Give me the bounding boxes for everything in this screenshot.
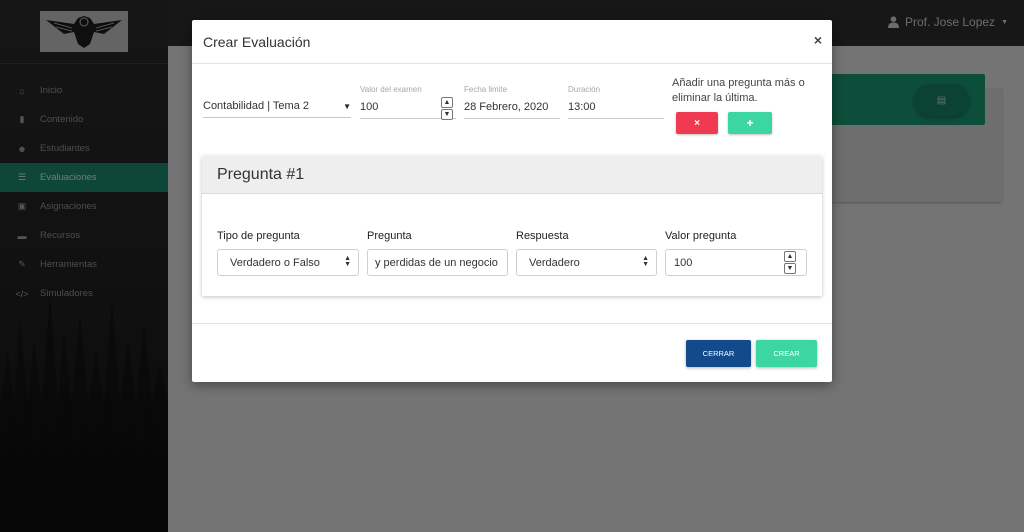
close-icon: × [694,117,700,129]
select-arrows-icon: ▲ ▼ [344,255,351,268]
question-points-value: 100 [674,256,693,269]
deadline-input[interactable]: 28 Febrero, 2020 [464,96,560,119]
stepper-down-icon[interactable]: ▼ [784,263,796,274]
answer-group: Respuesta Verdadero ▲ ▼ [516,230,657,276]
select-arrows-icon: ▲ ▼ [642,255,649,268]
create-evaluation-modal: Crear Evaluación × Contabilidad | Tema 2… [192,20,832,382]
close-button[interactable]: CERRAR [686,340,751,367]
plus-icon: + [746,116,754,130]
modal-header: Crear Evaluación [192,20,832,64]
question-type-group: Tipo de pregunta Verdadero o Falso ▲ ▼ [217,230,359,276]
create-button[interactable]: CREAR [756,340,817,367]
question-card: Pregunta #1 Tipo de pregunta Verdadero o… [202,156,822,296]
subject-select[interactable]: Contabilidad | Tema 2 ▼ [203,95,351,118]
stepper-up-icon[interactable]: ▲ [441,97,453,108]
question-text-label: Pregunta [367,230,412,242]
close-icon[interactable]: × [814,32,822,48]
question-text-group: Pregunta y perdidas de un negocio [367,230,508,276]
exam-value-field[interactable]: Valor del examen 100 ▲ ▼ [360,85,456,120]
question-type-label: Tipo de pregunta [217,230,300,242]
stepper-up-icon[interactable]: ▲ [784,251,796,262]
question-title: Pregunta #1 [202,156,822,194]
add-remove-hint: Añadir una pregunta más o eliminar la úl… [672,77,805,104]
duration-field[interactable]: Duración 13:00 [568,85,664,119]
remove-question-button[interactable]: × [676,112,718,134]
question-text-input[interactable]: y perdidas de un negocio [367,249,508,276]
answer-label: Respuesta [516,230,569,242]
exam-value-stepper[interactable]: ▲ ▼ [441,97,453,120]
question-points-label: Valor pregunta [665,230,737,242]
answer-select[interactable]: Verdadero ▲ ▼ [516,249,657,276]
modal-title: Crear Evaluación [203,33,311,50]
exam-value-label: Valor del examen [360,85,422,94]
deadline-field[interactable]: Fecha limite 28 Febrero, 2020 [464,85,560,119]
subject-select-value: Contabilidad | Tema 2 [203,100,309,112]
deadline-label: Fecha limite [464,85,508,94]
duration-label: Duración [568,85,601,94]
answer-value: Verdadero [529,256,580,269]
duration-input[interactable]: 13:00 [568,96,664,119]
question-points-stepper[interactable]: ▲ ▼ [784,251,796,274]
stepper-down-icon[interactable]: ▼ [441,109,453,120]
modal-footer: CERRAR CREAR [192,323,832,382]
question-points-group: Valor pregunta 100 ▲ ▼ [665,230,807,276]
add-question-button[interactable]: + [728,112,772,134]
question-text-value: y perdidas de un negocio [375,256,498,269]
question-points-input[interactable]: 100 ▲ ▼ [665,249,807,276]
question-type-select[interactable]: Verdadero o Falso ▲ ▼ [217,249,359,276]
caret-down-icon: ▼ [343,101,351,111]
question-type-value: Verdadero o Falso [230,256,320,269]
